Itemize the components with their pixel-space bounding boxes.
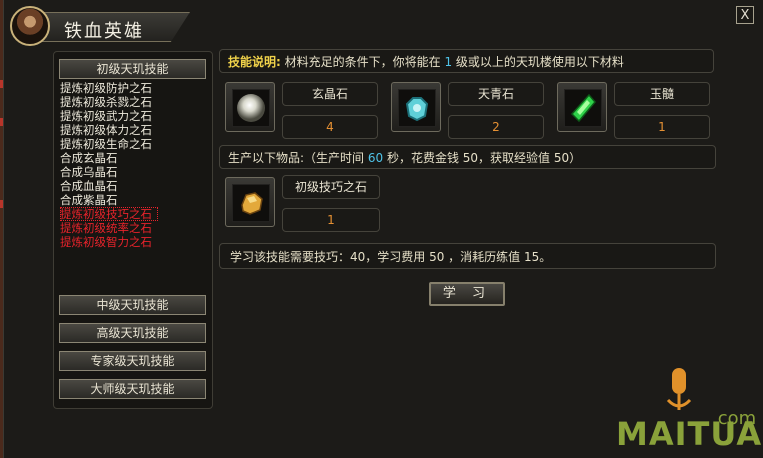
material-name-2: 天青石: [448, 82, 544, 106]
skill-category-panel: 初级天玑技能 提炼初级防护之石 提炼初级杀戮之石 提炼初级武力之石 提炼初级体力之石提…: [53, 51, 213, 409]
avatar: [10, 6, 50, 46]
skill-description: 技能说明: 材料充足的条件下，你将能在 1 级或以上的天玑楼使用以下材料: [219, 49, 714, 73]
description-level: 1: [444, 55, 453, 69]
skill-list-item[interactable]: 提炼初级生命之石: [60, 137, 210, 151]
tab-basic-skills[interactable]: 初级天玑技能: [59, 59, 206, 79]
material-name-3: 玉髓: [614, 82, 710, 106]
skill-list-item[interactable]: 合成乌晶石: [60, 165, 210, 179]
crystal-orb-icon: [237, 94, 265, 122]
skill-list-item[interactable]: 提炼初级体力之石: [60, 123, 210, 137]
tab-intermediate-skills[interactable]: 中级天玑技能: [59, 295, 206, 315]
close-button[interactable]: X: [736, 6, 754, 24]
learn-button[interactable]: 学 习: [429, 282, 505, 306]
skill-list-item[interactable]: 合成紫晶石: [60, 193, 210, 207]
production-text-1: 生产以下物品:（生产时间: [228, 151, 368, 165]
watermark-suffix: .com: [712, 408, 757, 429]
skill-window: 铁血英雄 X 初级天玑技能 提炼初级防护之石 提炼初级杀戮之石 提炼初级武力之石 提炼…: [3, 0, 763, 458]
skill-list-item[interactable]: 合成玄晶石: [60, 151, 210, 165]
production-text-2: 秒，花费金钱 50，获取经验值 50）: [383, 151, 582, 165]
skill-list: 提炼初级防护之石 提炼初级杀戮之石 提炼初级武力之石 提炼初级体力之石 提炼初级生命之石…: [60, 81, 210, 249]
material-slot-1[interactable]: [225, 82, 275, 132]
green-jade-icon: [570, 93, 596, 123]
watermark-logo: MAITUAN .com: [616, 360, 763, 458]
description-text-1: 材料充足的条件下，你将能在: [280, 55, 445, 69]
description-label: 技能说明:: [228, 55, 281, 69]
product-count: 1: [282, 208, 380, 232]
gold-stone-icon: [241, 192, 263, 215]
skill-list-item[interactable]: 提炼初级武力之石: [60, 109, 210, 123]
blue-gem-icon: [405, 97, 429, 122]
title-bar: 铁血英雄: [8, 4, 190, 46]
skill-list-item[interactable]: 提炼初级智力之石: [60, 235, 210, 249]
skill-requirement: 学习该技能需要技巧：40，学习费用 50 ，消耗历练值 15。: [219, 243, 716, 269]
product-name: 初级技巧之石: [282, 175, 380, 199]
material-count-3: 1: [614, 115, 710, 139]
skill-list-item[interactable]: 提炼初级防护之石: [60, 81, 210, 95]
skill-list-item[interactable]: 提炼初级统率之石: [60, 221, 210, 235]
tab-master-skills[interactable]: 大师级天玑技能: [59, 379, 206, 399]
material-name-1: 玄晶石: [282, 82, 378, 106]
skill-list-item[interactable]: 提炼初级杀戮之石: [60, 95, 210, 109]
window-title: 铁血英雄: [64, 21, 144, 42]
tab-expert-skills[interactable]: 专家级天玑技能: [59, 351, 206, 371]
production-time: 60: [367, 151, 384, 165]
material-count-1: 4: [282, 115, 378, 139]
tab-advanced-skills[interactable]: 高级天玑技能: [59, 323, 206, 343]
skill-list-item[interactable]: 合成血晶石: [60, 179, 210, 193]
material-slot-3[interactable]: [557, 82, 607, 132]
material-count-2: 2: [448, 115, 544, 139]
material-slot-2[interactable]: [391, 82, 441, 132]
description-text-2: 级或以上的天玑楼使用以下材料: [452, 55, 624, 69]
skill-list-item[interactable]: 提炼初级技巧之石: [60, 207, 158, 221]
product-slot[interactable]: [225, 177, 275, 227]
production-info: 生产以下物品:（生产时间 60 秒，花费金钱 50，获取经验值 50）: [219, 145, 716, 169]
